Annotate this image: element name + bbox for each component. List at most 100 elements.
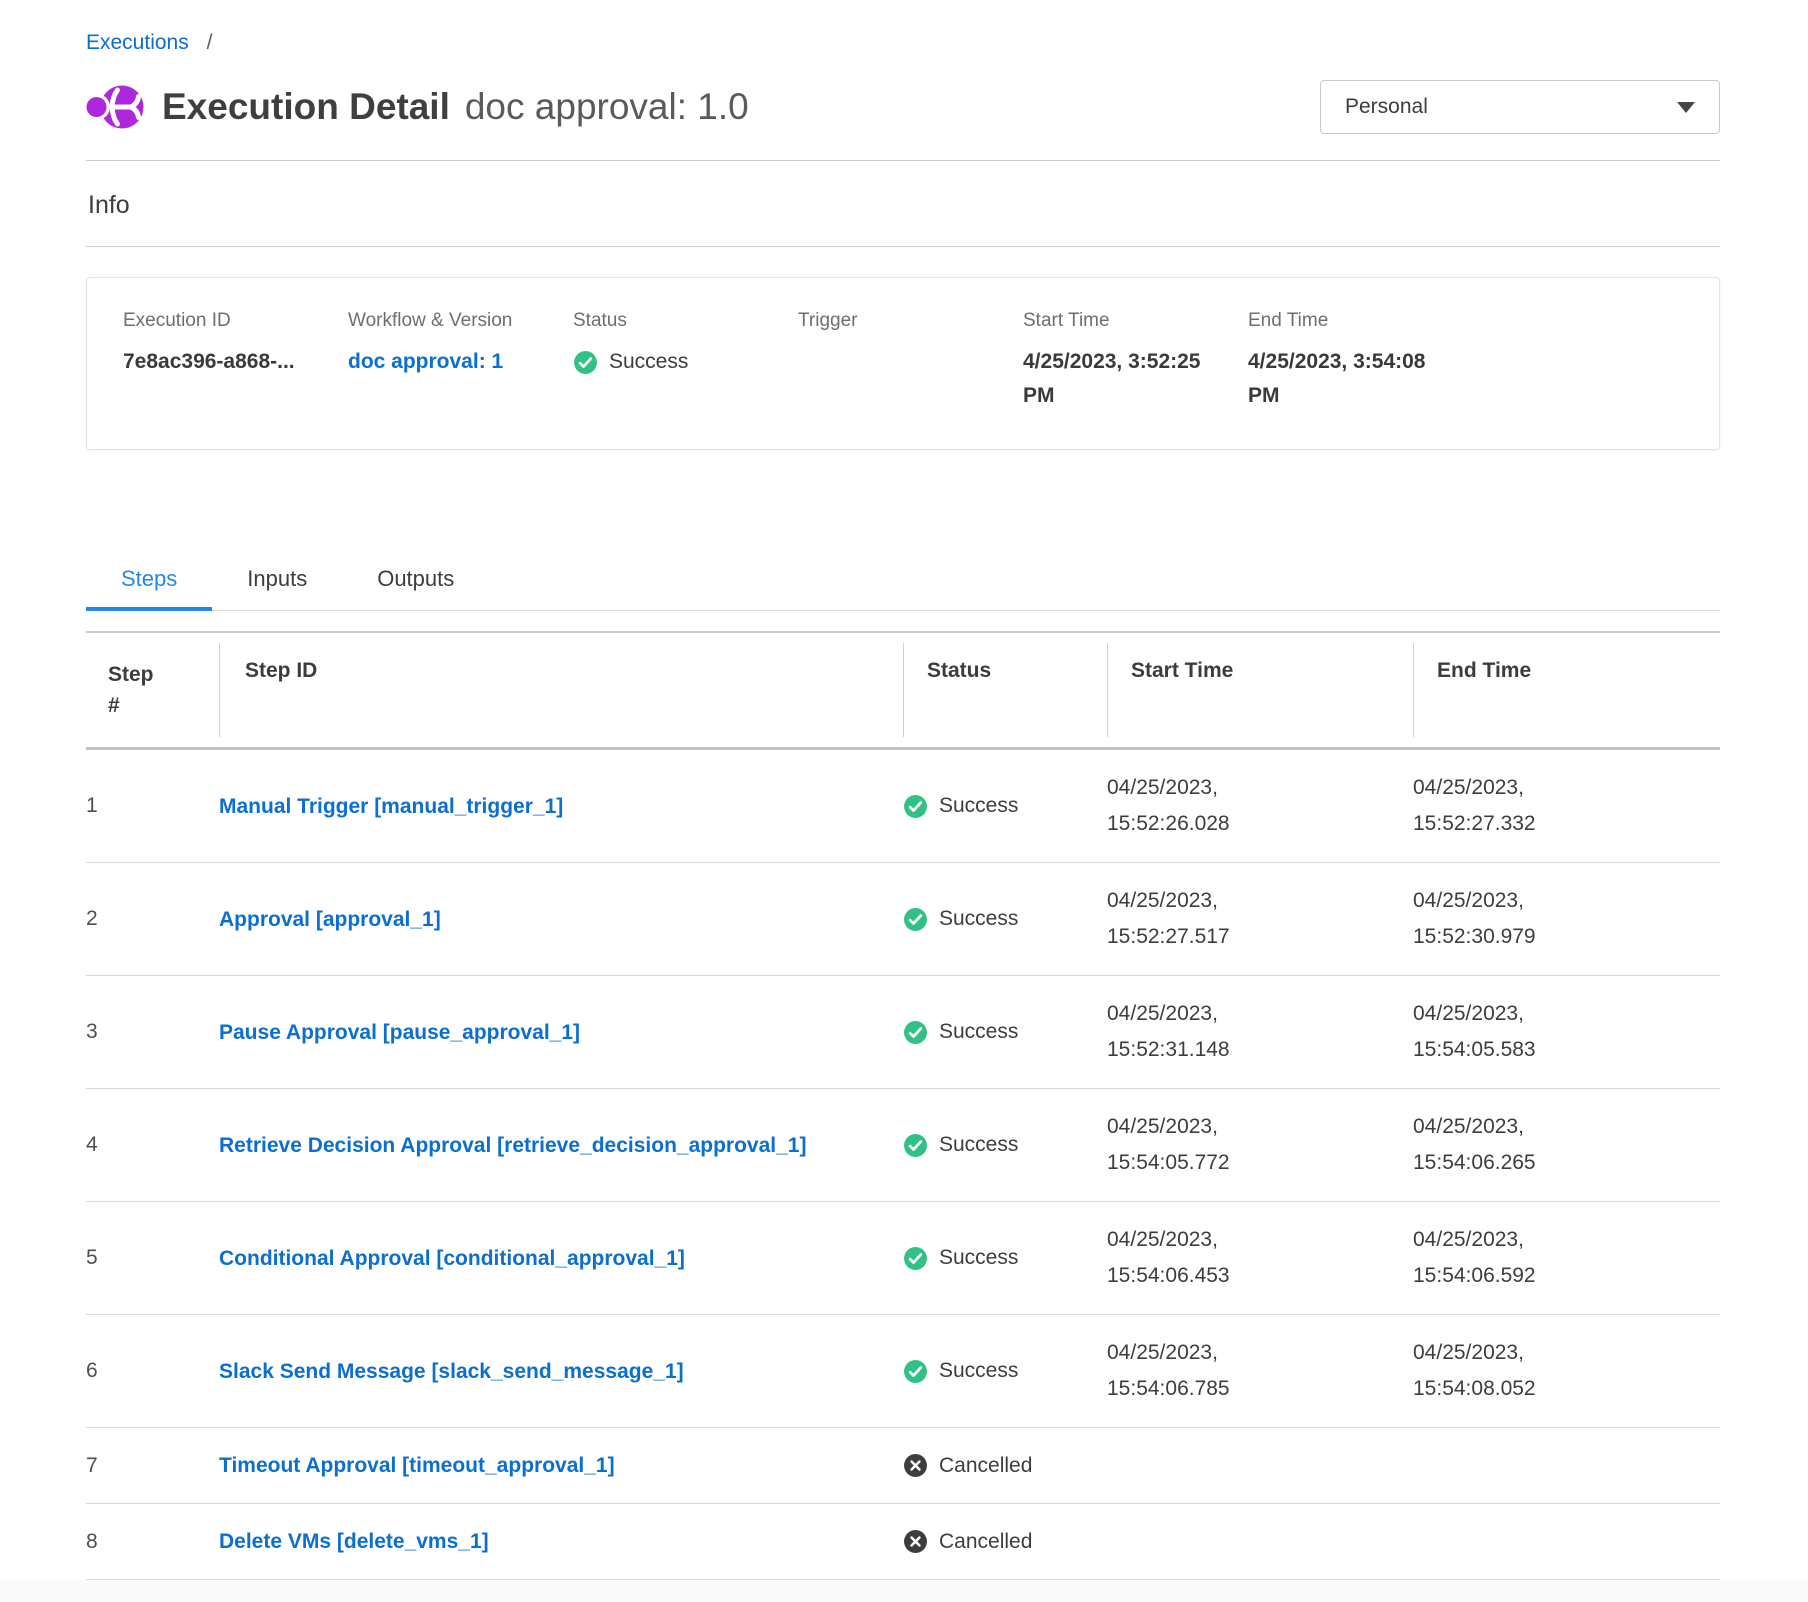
success-icon <box>903 794 928 819</box>
start-time: 15:52:31.148 <box>1107 1032 1413 1068</box>
step-status-cell: Success <box>903 1000 1107 1065</box>
step-end-time-cell: 04/25/2023,15:52:27.332 <box>1413 750 1720 862</box>
end-time: 15:54:08.052 <box>1413 1371 1720 1407</box>
tab-steps[interactable]: Steps <box>86 554 212 610</box>
step-end-time-cell: 04/25/2023,15:52:30.979 <box>1413 863 1720 975</box>
end-time: 15:54:06.265 <box>1413 1145 1720 1181</box>
column-header-step-id: Step ID <box>219 633 903 747</box>
step-id-link[interactable]: Timeout Approval [timeout_approval_1] <box>219 1448 615 1483</box>
step-id-link[interactable]: Pause Approval [pause_approval_1] <box>219 1015 580 1050</box>
table-row: 6Slack Send Message [slack_send_message_… <box>86 1315 1720 1428</box>
title-divider <box>86 160 1720 161</box>
start-date: 04/25/2023, <box>1107 770 1413 806</box>
tab-inputs[interactable]: Inputs <box>212 554 342 610</box>
step-start-time-cell: 04/25/2023,15:52:31.148 <box>1107 976 1413 1088</box>
chevron-down-icon <box>1677 102 1695 113</box>
step-id-link[interactable]: Retrieve Decision Approval [retrieve_dec… <box>219 1128 806 1163</box>
tabs: StepsInputsOutputs <box>86 554 1720 611</box>
step-number: 7 <box>86 1434 219 1498</box>
step-status-text: Success <box>939 794 1018 818</box>
step-status-text: Success <box>939 1359 1018 1383</box>
step-id-cell: Slack Send Message [slack_send_message_1… <box>219 1334 903 1409</box>
step-end-time-cell: 04/25/2023,15:54:05.583 <box>1413 976 1720 1088</box>
step-end-time-cell: 04/25/2023,15:54:06.592 <box>1413 1202 1720 1314</box>
breadcrumb-separator: / <box>207 31 213 54</box>
step-start-time-cell: 04/25/2023,15:52:26.028 <box>1107 750 1413 862</box>
info-field-execution-id: Execution ID7e8ac396-a868-... <box>123 310 348 413</box>
step-status-text: Cancelled <box>939 1530 1032 1554</box>
page-header: Execution Detail doc approval: 1.0 Perso… <box>86 80 1720 134</box>
start-time: 15:54:06.453 <box>1107 1258 1413 1294</box>
step-status-text: Success <box>939 1133 1018 1157</box>
table-row: 3Pause Approval [pause_approval_1] Succes… <box>86 976 1720 1089</box>
step-status-cell: Success <box>903 774 1107 839</box>
step-id-link[interactable]: Manual Trigger [manual_trigger_1] <box>219 789 563 824</box>
step-number: 3 <box>86 1000 219 1064</box>
step-id-cell: Pause Approval [pause_approval_1] <box>219 995 903 1070</box>
end-time: 15:52:27.332 <box>1413 806 1720 842</box>
workflow-version-link[interactable]: doc approval: 1 <box>348 345 548 379</box>
step-id-link[interactable]: Delete VMs [delete_vms_1] <box>219 1524 489 1559</box>
page-bottom-strip <box>0 1580 1808 1602</box>
step-status-cell: Cancelled <box>903 1509 1107 1574</box>
column-header-start-time: Start Time <box>1107 633 1413 747</box>
breadcrumb-executions-link[interactable]: Executions <box>86 31 189 54</box>
page-subtitle: doc approval: 1.0 <box>465 86 749 128</box>
step-number: 4 <box>86 1113 219 1177</box>
breadcrumb: Executions / <box>86 30 1720 56</box>
success-icon <box>573 350 598 375</box>
execution-detail-page: Executions / Execution Detail doc approv… <box>0 0 1808 1580</box>
table-row: 8Delete VMs [delete_vms_1] Cancelled <box>86 1504 1720 1580</box>
info-field-end-time: End Time 4/25/2023, 3:54:08 PM <box>1248 310 1473 413</box>
step-status-text: Success <box>939 1020 1018 1044</box>
step-status-text: Cancelled <box>939 1454 1032 1478</box>
column-header-status: Status <box>903 633 1107 747</box>
step-start-time-cell <box>1107 1446 1413 1486</box>
info-label-end-time: End Time <box>1248 310 1449 332</box>
end-date: 04/25/2023, <box>1413 996 1720 1032</box>
step-number: 1 <box>86 774 219 838</box>
tab-outputs[interactable]: Outputs <box>342 554 489 610</box>
scope-selector-dropdown[interactable]: Personal <box>1320 80 1720 134</box>
step-end-time-cell: 04/25/2023,15:54:08.052 <box>1413 1315 1720 1427</box>
end-time: 15:52:30.979 <box>1413 919 1720 955</box>
start-time: 15:54:05.772 <box>1107 1145 1413 1181</box>
info-label-workflow-version: Workflow & Version <box>348 310 549 332</box>
step-number: 6 <box>86 1339 219 1403</box>
table-row: 2Approval [approval_1]Success04/25/2023,… <box>86 863 1720 976</box>
info-field-start-time: Start Time4/25/2023, 3:52:25 PM <box>1023 310 1248 413</box>
step-number: 8 <box>86 1510 219 1574</box>
steps-table: Step #Step IDStatusStart TimeEnd Time 1Ma… <box>86 631 1720 1580</box>
step-status-text: Success <box>939 907 1018 931</box>
success-icon <box>903 1359 928 1384</box>
start-date: 04/25/2023, <box>1107 1335 1413 1371</box>
step-id-cell: Retrieve Decision Approval [retrieve_dec… <box>219 1108 903 1183</box>
start-date: 04/25/2023, <box>1107 1109 1413 1145</box>
step-id-cell: Manual Trigger [manual_trigger_1] <box>219 769 903 844</box>
start-date: 04/25/2023, <box>1107 1222 1413 1258</box>
workflow-icon <box>86 80 144 134</box>
end-time: 15:54:05.583 <box>1413 1032 1720 1068</box>
step-status-cell: Cancelled <box>903 1433 1107 1498</box>
table-row: 4Retrieve Decision Approval [retrieve_de… <box>86 1089 1720 1202</box>
step-status-cell: Success <box>903 1226 1107 1291</box>
step-status-cell: Success <box>903 1339 1107 1404</box>
step-end-time-cell: 04/25/2023,15:54:06.265 <box>1413 1089 1720 1201</box>
table-header-row: Step #Step IDStatusStart TimeEnd Time <box>86 633 1720 750</box>
scope-selector-value: Personal <box>1345 95 1428 119</box>
step-end-time-cell <box>1413 1446 1720 1486</box>
end-date: 04/25/2023, <box>1413 770 1720 806</box>
success-icon <box>903 1020 928 1045</box>
info-label-status: Status <box>573 310 774 332</box>
info-label-start-time: Start Time <box>1023 310 1224 332</box>
column-header-end-time: End Time <box>1413 633 1720 747</box>
step-id-link[interactable]: Approval [approval_1] <box>219 902 441 937</box>
info-value-end-time: 4/25/2023, 3:54:08 PM <box>1248 345 1448 413</box>
step-start-time-cell: 04/25/2023,15:54:06.453 <box>1107 1202 1413 1314</box>
end-date: 04/25/2023, <box>1413 1109 1720 1145</box>
step-start-time-cell: 04/25/2023,15:52:27.517 <box>1107 863 1413 975</box>
step-id-link[interactable]: Conditional Approval [conditional_approv… <box>219 1241 685 1276</box>
info-label-execution-id: Execution ID <box>123 310 324 332</box>
step-id-link[interactable]: Slack Send Message [slack_send_message_1… <box>219 1354 684 1389</box>
step-start-time-cell <box>1107 1522 1413 1562</box>
